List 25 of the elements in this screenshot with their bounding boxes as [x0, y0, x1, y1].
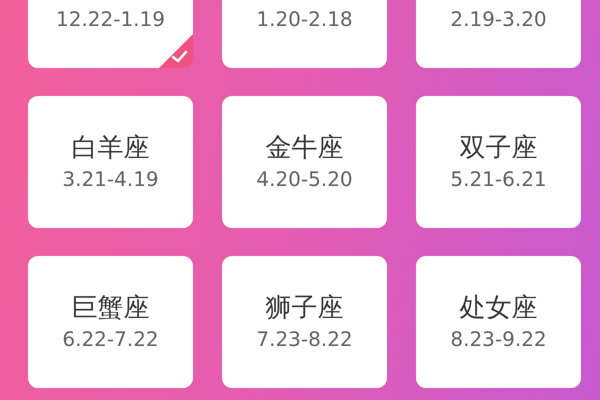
- sign-name: 巨蟹座: [72, 292, 150, 324]
- zodiac-card[interactable]: 金牛座 4.20-5.20: [222, 96, 387, 228]
- date-range: 6.22-7.22: [62, 326, 159, 352]
- sign-name: 双子座: [460, 132, 538, 164]
- zodiac-card[interactable]: 12.22-1.19: [28, 0, 193, 68]
- sign-name: 处女座: [460, 292, 538, 324]
- date-range: 3.21-4.19: [62, 166, 159, 192]
- sign-name: 狮子座: [266, 292, 344, 324]
- sign-name: 白羊座: [72, 132, 150, 164]
- zodiac-card[interactable]: 1.20-2.18: [222, 0, 387, 68]
- date-range: 1.20-2.18: [256, 6, 353, 32]
- zodiac-card[interactable]: 双子座 5.21-6.21: [416, 96, 581, 228]
- sign-name: 金牛座: [266, 132, 344, 164]
- zodiac-card[interactable]: 2.19-3.20: [416, 0, 581, 68]
- zodiac-card[interactable]: 巨蟹座 6.22-7.22: [28, 256, 193, 388]
- checkmark-icon: [159, 34, 193, 68]
- date-range: 8.23-9.22: [450, 326, 547, 352]
- date-range: 7.23-8.22: [256, 326, 353, 352]
- date-range: 5.21-6.21: [450, 166, 547, 192]
- date-range: 4.20-5.20: [256, 166, 353, 192]
- zodiac-card[interactable]: 狮子座 7.23-8.22: [222, 256, 387, 388]
- zodiac-card[interactable]: 白羊座 3.21-4.19: [28, 96, 193, 228]
- date-range: 12.22-1.19: [56, 6, 165, 32]
- date-range: 2.19-3.20: [450, 6, 547, 32]
- zodiac-card[interactable]: 处女座 8.23-9.22: [416, 256, 581, 388]
